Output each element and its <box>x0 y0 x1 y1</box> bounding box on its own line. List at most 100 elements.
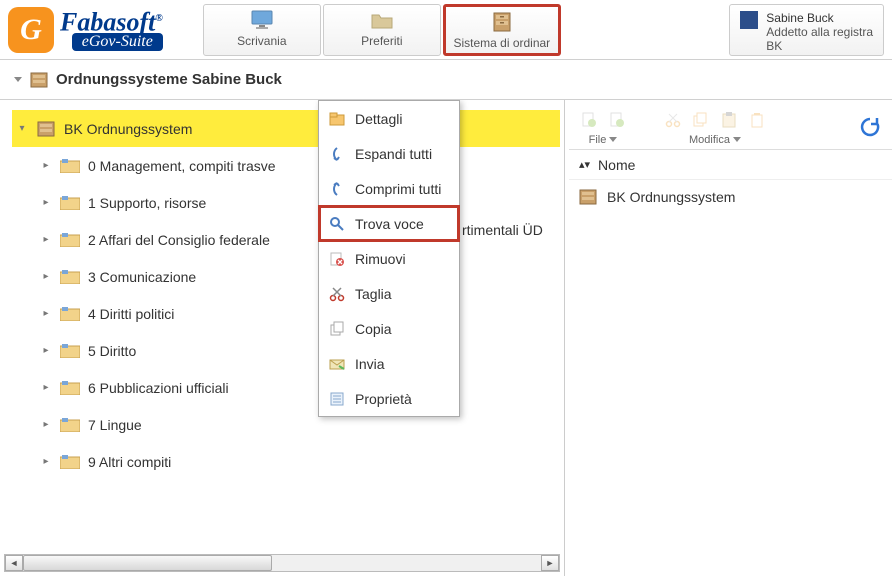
avatar <box>740 11 758 29</box>
breadcrumb-title: Ordnungssysteme Sabine Buck <box>56 71 282 88</box>
list-item[interactable]: BK Ordnungssystem <box>569 180 892 214</box>
tree-item[interactable]: ▸ 7 Lingue <box>12 406 560 443</box>
chevron-right-icon[interactable]: ▸ <box>40 308 52 320</box>
menu-send[interactable]: Invia <box>319 346 459 381</box>
menu-cut[interactable]: Taglia <box>319 276 459 311</box>
chevron-down-icon[interactable]: ▾ <box>16 123 28 135</box>
tree-item[interactable]: ▸ 9 Altri compiti <box>12 443 560 480</box>
column-header[interactable]: ▴▾ Nome <box>569 150 892 180</box>
entry-icon <box>60 454 80 470</box>
toolbar-edit-group: Modifica <box>661 108 769 146</box>
paste-icon[interactable] <box>717 108 741 132</box>
tree-label: 6 Pubblicazioni ufficiali <box>88 380 229 396</box>
chevron-down-icon[interactable] <box>14 77 22 82</box>
chevron-right-icon[interactable]: ▸ <box>40 197 52 209</box>
cut-icon[interactable] <box>661 108 685 132</box>
app-header: G Fabasoft® eGov-Suite Scrivania Preferi… <box>0 0 892 60</box>
nav-desktop[interactable]: Scrivania <box>203 4 321 56</box>
nav-ordering-system[interactable]: Sistema di ordinar <box>443 4 561 56</box>
menu-find[interactable]: Trova voce <box>319 206 459 241</box>
tree-item[interactable]: ▸ 3 Comunicazione <box>12 258 560 295</box>
menu-collapse-all[interactable]: Comprimi tutti <box>319 171 459 206</box>
cabinet-icon <box>30 72 48 88</box>
user-org: BK <box>766 39 873 53</box>
delete-icon[interactable] <box>745 108 769 132</box>
logo-text: Fabasoft® eGov-Suite <box>60 8 163 52</box>
tree-item[interactable]: ▸ 5 Diritto <box>12 332 560 369</box>
search-icon <box>329 216 345 232</box>
properties-icon <box>329 391 345 407</box>
chevron-right-icon[interactable]: ▸ <box>40 419 52 431</box>
menu-label: Comprimi tutti <box>355 181 441 197</box>
context-menu: Dettagli Espandi tutti Comprimi tutti Tr… <box>318 100 460 417</box>
tree-label: 1 Supporto, risorse <box>88 195 206 211</box>
logo: G Fabasoft® eGov-Suite <box>8 7 163 53</box>
menu-copy[interactable]: Copia <box>319 311 459 346</box>
refresh-button[interactable] <box>856 113 884 141</box>
tree-item[interactable]: ▸ 6 Pubblicazioni ufficiali <box>12 369 560 406</box>
chevron-right-icon[interactable]: ▸ <box>40 271 52 283</box>
breadcrumb: Ordnungssysteme Sabine Buck <box>0 60 892 100</box>
menu-label: Rimuovi <box>355 251 406 267</box>
toolbar-file-group: File <box>577 108 629 146</box>
menu-label: Espandi tutti <box>355 146 432 162</box>
scroll-track[interactable] <box>23 555 541 571</box>
user-menu[interactable]: Sabine Buck Addetto alla registra BK <box>729 4 884 56</box>
entry-icon <box>60 158 80 174</box>
entry-icon <box>60 269 80 285</box>
scroll-right-button[interactable]: ► <box>541 555 559 571</box>
list-item-label: BK Ordnungssystem <box>607 189 735 205</box>
menu-label: Copia <box>355 321 392 337</box>
tree-label: 0 Management, compiti trasve <box>88 158 276 174</box>
chevron-right-icon[interactable]: ▸ <box>40 345 52 357</box>
horizontal-scrollbar[interactable]: ◄ ► <box>4 554 560 572</box>
menu-details[interactable]: Dettagli <box>319 101 459 136</box>
menu-properties[interactable]: Proprietà <box>319 381 459 416</box>
chevron-right-icon[interactable]: ▸ <box>40 160 52 172</box>
copy-icon[interactable] <box>689 108 713 132</box>
cabinet-icon <box>490 11 514 33</box>
entry-icon <box>60 380 80 396</box>
tree-item[interactable]: ▸ 0 Management, compiti trasve <box>12 147 560 184</box>
chevron-down-icon <box>609 137 617 142</box>
user-role: Addetto alla registra <box>766 25 873 39</box>
menu-label: Taglia <box>355 286 392 302</box>
user-name: Sabine Buck <box>766 11 873 25</box>
overflow-text: rtimentali ÜD <box>462 222 543 238</box>
menu-label: Dettagli <box>355 111 402 127</box>
menu-remove[interactable]: Rimuovi <box>319 241 459 276</box>
main: ▾ BK Ordnungssystem ▸ 0 Management, comp… <box>0 100 892 576</box>
toolbar-edit-label[interactable]: Modifica <box>689 134 741 146</box>
send-icon <box>329 356 345 372</box>
brand-name: Fabasoft <box>60 7 155 36</box>
entry-icon <box>60 306 80 322</box>
tree-label: BK Ordnungssystem <box>64 121 192 137</box>
details-icon <box>329 111 345 127</box>
menu-expand-all[interactable]: Espandi tutti <box>319 136 459 171</box>
tree-root[interactable]: ▾ BK Ordnungssystem <box>12 110 560 147</box>
chevron-right-icon[interactable]: ▸ <box>40 234 52 246</box>
scroll-left-button[interactable]: ◄ <box>5 555 23 571</box>
tree-label: 5 Diritto <box>88 343 136 359</box>
nav-favorites[interactable]: Preferiti <box>323 4 441 56</box>
new-doc-icon[interactable] <box>577 108 601 132</box>
user-info: Sabine Buck Addetto alla registra BK <box>766 11 873 53</box>
menu-label: Invia <box>355 356 385 372</box>
new-doc-icon[interactable] <box>605 108 629 132</box>
collapse-icon <box>329 181 345 197</box>
tree-item[interactable]: ▸ 1 Supporto, risorse <box>12 184 560 221</box>
tree-label: 9 Altri compiti <box>88 454 171 470</box>
tree: ▾ BK Ordnungssystem ▸ 0 Management, comp… <box>4 104 564 480</box>
toolbar-file-label[interactable]: File <box>589 134 618 146</box>
tree-item[interactable]: ▸ 4 Diritti politici <box>12 295 560 332</box>
expand-icon <box>329 146 345 162</box>
menu-label: Trova voce <box>355 216 424 232</box>
chevron-right-icon[interactable]: ▸ <box>40 456 52 468</box>
list-toolbar: File Modifica <box>569 104 892 150</box>
logo-badge: G <box>8 7 54 53</box>
tree-label: 3 Comunicazione <box>88 269 196 285</box>
tree-label: 2 Affari del Consiglio federale <box>88 232 270 248</box>
chevron-right-icon[interactable]: ▸ <box>40 382 52 394</box>
scroll-thumb[interactable] <box>23 555 272 571</box>
cabinet-icon <box>579 189 597 205</box>
